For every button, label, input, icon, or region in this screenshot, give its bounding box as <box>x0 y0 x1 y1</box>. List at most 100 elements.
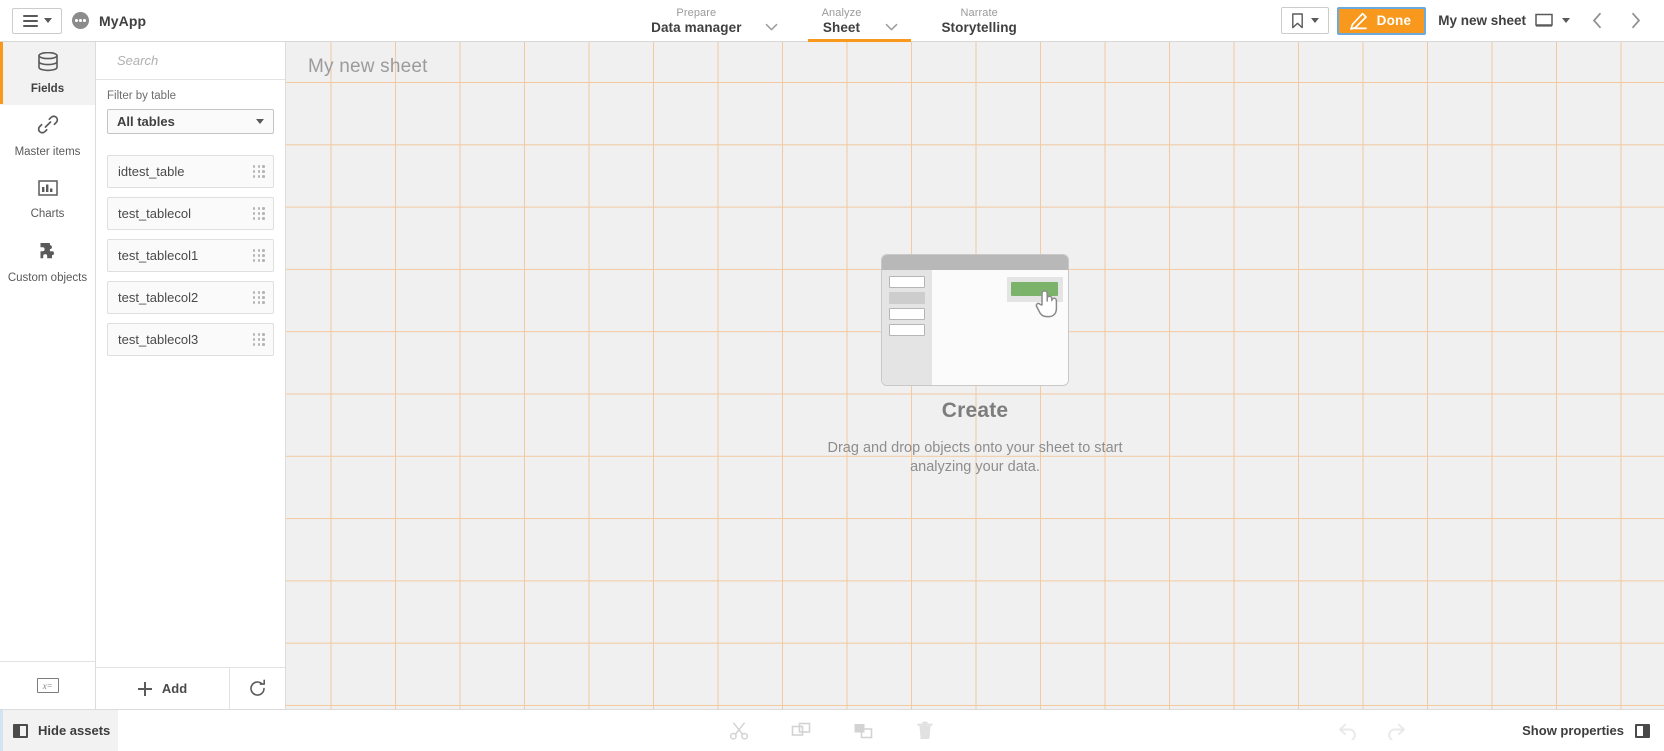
next-sheet-button[interactable] <box>1616 0 1654 42</box>
link-icon <box>37 114 59 140</box>
nav-separator-2 <box>911 0 927 42</box>
delete-icon[interactable] <box>909 715 941 747</box>
sheet-canvas[interactable]: My new sheet Create Drag and drop object… <box>286 42 1664 709</box>
list-item[interactable]: idtest_table <box>107 155 274 188</box>
drag-handle-icon[interactable] <box>252 207 265 220</box>
create-title: Create <box>941 399 1009 422</box>
sidebar-item-charts[interactable]: Charts <box>0 168 95 231</box>
app-title: MyApp <box>99 12 147 29</box>
toolbar-right-group: Done My new sheet <box>1280 0 1664 42</box>
bookmark-icon <box>1291 12 1303 28</box>
done-button[interactable]: Done <box>1336 6 1427 35</box>
list-item[interactable]: test_tablecol <box>107 197 274 230</box>
drag-handle-icon[interactable] <box>252 291 265 304</box>
top-toolbar: MyApp Prepare Data manager Analyze Sheet… <box>0 0 1664 42</box>
plus-icon <box>137 681 152 696</box>
show-properties-label: Show properties <box>1522 723 1624 738</box>
main-body: Fields Master items Charts Custom object… <box>0 42 1664 709</box>
sheet-selector-chevron-down-icon <box>1562 18 1570 23</box>
chevron-down-icon <box>43 18 52 23</box>
assets-spacer <box>96 356 285 667</box>
assets-footer: Add <box>96 667 285 709</box>
cut-icon[interactable] <box>723 715 755 747</box>
nav-separator-1 <box>792 0 808 42</box>
nav-data-manager-label: Data manager <box>651 19 742 35</box>
illustration-row-2 <box>889 292 925 304</box>
search-input[interactable] <box>117 53 293 68</box>
illustration-row-3 <box>889 308 925 320</box>
nav-data-manager-labels: Prepare Data manager <box>641 7 752 34</box>
qlik-sense-sheet-editor: MyApp Prepare Data manager Analyze Sheet… <box>0 0 1664 751</box>
toolbar-left-group: MyApp <box>0 7 147 34</box>
bookmarks-button[interactable] <box>1280 7 1329 34</box>
hand-cursor-icon <box>1034 287 1060 324</box>
chevron-right-icon <box>1631 12 1640 29</box>
redo-icon[interactable] <box>1380 715 1412 747</box>
list-item[interactable]: test_tablecol1 <box>107 239 274 272</box>
hamburger-icon <box>22 14 38 27</box>
field-list: idtest_table test_tablecol test_tablecol… <box>96 134 285 356</box>
field-name: test_tablecol3 <box>118 332 199 347</box>
illustration-row-4 <box>889 324 925 336</box>
nav-storytelling-label: Storytelling <box>941 19 1017 35</box>
nav-storytelling-over: Narrate <box>960 7 998 20</box>
drag-handle-icon[interactable] <box>252 165 265 178</box>
expression-icon: x= <box>36 678 59 693</box>
drag-handle-icon[interactable] <box>252 249 265 262</box>
database-icon <box>37 51 59 77</box>
nav-data-manager-chevron-down-icon[interactable] <box>752 0 792 42</box>
illustration-titlebar <box>882 255 1068 270</box>
navigation-menu-button[interactable] <box>12 7 62 34</box>
table-filter-dropdown[interactable]: All tables <box>107 109 274 134</box>
search-row <box>96 42 293 80</box>
copy-icon[interactable] <box>785 715 817 747</box>
add-button[interactable]: Add <box>96 668 230 709</box>
assets-panel: Filter by table All tables idtest_table … <box>96 42 293 709</box>
sidebar-item-master-items-label: Master items <box>14 145 81 158</box>
nav-storytelling[interactable]: Narrate Storytelling <box>927 0 1026 42</box>
create-placeholder: Create Drag and drop objects onto your s… <box>286 254 1664 478</box>
table-filter-chevron-down-icon <box>256 119 264 124</box>
assets-icon-rail: Fields Master items Charts Custom object… <box>0 42 96 709</box>
panel-left-icon <box>13 723 28 738</box>
undo-redo-group <box>1332 715 1412 747</box>
refresh-button[interactable] <box>230 668 285 709</box>
paste-icon[interactable] <box>847 715 879 747</box>
rail-spacer <box>0 294 95 661</box>
nav-sheet-over: Analyze <box>821 7 862 20</box>
nav-group: Prepare Data manager Analyze Sheet Narra… <box>637 0 1027 42</box>
list-item[interactable]: test_tablecol3 <box>107 323 274 356</box>
bottom-toolbar: Hide assets Show properties <box>0 709 1664 751</box>
refresh-icon <box>250 679 265 696</box>
nav-sheet-label: Sheet <box>822 19 861 35</box>
list-item[interactable]: test_tablecol2 <box>107 281 274 314</box>
nav-sheet[interactable]: Analyze Sheet <box>807 0 912 42</box>
sidebar-item-custom-objects-label: Custom objects <box>7 271 88 284</box>
sidebar-item-master-items[interactable]: Master items <box>0 105 95 168</box>
sheet-selector-name: My new sheet <box>1438 13 1526 28</box>
illustration-row-1 <box>889 276 925 288</box>
field-name: idtest_table <box>118 164 185 179</box>
bookmarks-chevron-down-icon <box>1310 18 1319 23</box>
hide-assets-button[interactable]: Hide assets <box>0 710 118 751</box>
bar-chart-icon <box>37 178 58 202</box>
expression-editor-button[interactable]: x= <box>0 661 95 709</box>
show-properties-button[interactable]: Show properties <box>1512 710 1652 751</box>
nav-storytelling-labels: Narrate Storytelling <box>931 7 1026 34</box>
nav-data-manager[interactable]: Prepare Data manager <box>637 0 792 42</box>
previous-sheet-button[interactable] <box>1578 0 1616 42</box>
add-button-label: Add <box>161 681 188 696</box>
nav-sheet-chevron-down-icon[interactable] <box>871 0 911 42</box>
field-name: test_tablecol <box>118 206 191 221</box>
field-name: test_tablecol1 <box>118 248 199 263</box>
puzzle-piece-icon <box>37 241 58 266</box>
sidebar-item-charts-label: Charts <box>30 208 65 220</box>
chevron-left-icon <box>1592 12 1601 29</box>
sidebar-item-fields-label: Fields <box>30 82 65 95</box>
undo-icon[interactable] <box>1332 715 1364 747</box>
pencil-icon <box>1349 12 1367 30</box>
sidebar-item-fields[interactable]: Fields <box>0 42 95 105</box>
sidebar-item-custom-objects[interactable]: Custom objects <box>0 231 95 294</box>
drag-handle-icon[interactable] <box>252 333 265 346</box>
sheet-selector[interactable]: My new sheet <box>1426 6 1578 35</box>
